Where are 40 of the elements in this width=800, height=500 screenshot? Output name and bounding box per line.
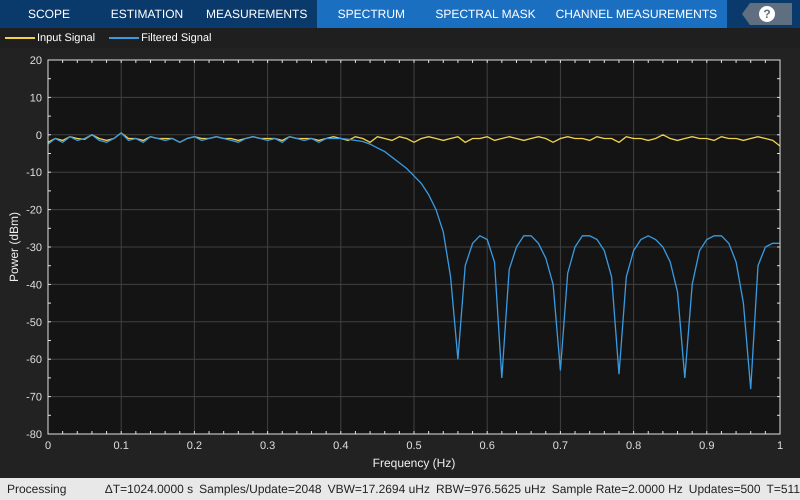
y-axis-title: Power (dBm): [7, 212, 21, 282]
x-tick-label: 0.3: [260, 440, 276, 452]
y-tick-label: -20: [26, 204, 42, 217]
y-tick-label: -50: [26, 316, 42, 329]
status-field: Samples/Update=2048: [199, 482, 322, 496]
y-tick-label: -80: [26, 429, 42, 441]
y-tick-label: -30: [26, 242, 42, 254]
x-tick-label: 0: [44, 440, 52, 452]
y-tick-label: -40: [26, 279, 42, 292]
x-tick-label: 0.7: [552, 440, 568, 452]
toolbar-tab[interactable]: SPECTRUM: [317, 0, 426, 28]
status-field: Sample Rate=2.0000 Hz: [552, 482, 683, 496]
status-field: ΔT=1024.0000 s: [104, 482, 194, 496]
x-tick-label: 0.6: [480, 440, 495, 452]
legend-label[interactable]: Filtered Signal: [141, 32, 212, 44]
status-field: T=511: [766, 482, 800, 496]
y-tick-label: 20: [30, 55, 42, 67]
x-tick-label: 0.8: [626, 440, 642, 452]
y-tick-label: -70: [26, 392, 42, 404]
status-field: VBW=17.2694 uHz: [328, 482, 430, 496]
x-tick-label: 0.4: [333, 440, 348, 452]
x-tick-label: 0.9: [699, 440, 714, 452]
legend-line-icon: [5, 37, 35, 39]
toolbar-tab[interactable]: SPECTRAL MASK: [425, 0, 546, 28]
toolbar-tab[interactable]: CHANNEL MEASUREMENTS: [546, 0, 728, 28]
status-field: RBW=976.5625 uHz: [436, 482, 546, 496]
y-tick-label: 10: [30, 92, 42, 104]
x-tick-label: 0.2: [186, 440, 202, 452]
status-text: Processing: [7, 482, 68, 496]
y-tick-label: -10: [26, 167, 42, 180]
x-tick-label: 1: [776, 440, 784, 452]
y-tick-label: -60: [26, 354, 42, 366]
x-tick-label: 0.1: [114, 440, 129, 452]
x-axis-title: Frequency (Hz): [372, 456, 456, 470]
legend-line-icon: [109, 37, 140, 39]
x-tick-label: 0.5: [406, 440, 422, 452]
status-field: Updates=500: [688, 482, 761, 496]
y-tick-label: 0: [36, 130, 42, 142]
help-button[interactable]: ?: [742, 3, 792, 25]
legend-label[interactable]: Input Signal: [37, 32, 96, 44]
